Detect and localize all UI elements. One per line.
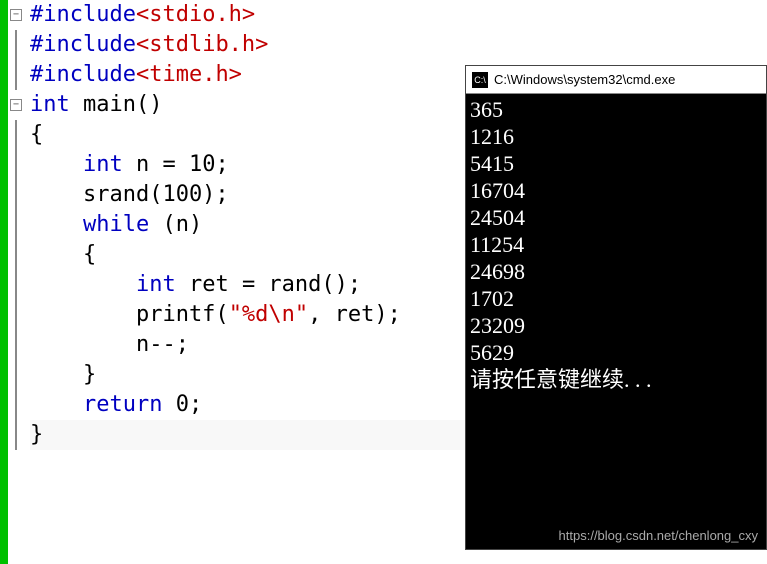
code-line[interactable]: }	[30, 420, 470, 450]
cmd-titlebar[interactable]: C:\ C:\Windows\system32\cmd.exe	[466, 66, 766, 94]
code-token	[30, 212, 83, 237]
console-line: 11254	[470, 231, 762, 258]
code-token: (n)	[149, 212, 202, 237]
code-line[interactable]: #include<time.h>	[30, 60, 470, 90]
code-token: #include	[30, 2, 136, 27]
code-token	[70, 92, 83, 117]
code-token: , ret);	[308, 302, 401, 327]
console-line: 1216	[470, 123, 762, 150]
fold-guide-line	[15, 30, 17, 90]
fold-column[interactable]: −−	[8, 0, 26, 564]
code-line[interactable]: {	[30, 120, 470, 150]
code-line[interactable]: #include<stdlib.h>	[30, 30, 470, 60]
code-token: int	[30, 92, 70, 117]
console-line: 23209	[470, 312, 762, 339]
console-line: 24504	[470, 204, 762, 231]
code-token: n--;	[30, 332, 189, 357]
console-line: 请按任意键继续. . .	[470, 366, 762, 393]
code-line[interactable]: n--;	[30, 330, 470, 360]
code-line[interactable]: #include<stdio.h>	[30, 0, 470, 30]
code-line[interactable]: return 0;	[30, 390, 470, 420]
fold-toggle-icon[interactable]: −	[10, 99, 22, 111]
code-line[interactable]: while (n)	[30, 210, 470, 240]
code-token: int	[83, 152, 123, 177]
code-token: <time.h>	[136, 62, 242, 87]
code-token: #include	[30, 32, 136, 57]
code-token: printf(	[30, 302, 229, 327]
code-line[interactable]: printf("%d\n", ret);	[30, 300, 470, 330]
code-token: {	[30, 242, 96, 267]
code-token: #include	[30, 62, 136, 87]
code-line[interactable]: srand(100);	[30, 180, 470, 210]
code-token: "%d\n"	[229, 302, 308, 327]
code-token: srand(100);	[30, 182, 229, 207]
console-line: 24698	[470, 258, 762, 285]
cmd-window[interactable]: C:\ C:\Windows\system32\cmd.exe 36512165…	[465, 65, 767, 550]
change-gutter	[0, 0, 8, 564]
code-token: while	[83, 212, 149, 237]
code-line[interactable]: int ret = rand();	[30, 270, 470, 300]
code-token: 0;	[162, 392, 202, 417]
code-token	[30, 152, 83, 177]
fold-toggle-icon[interactable]: −	[10, 9, 22, 21]
code-token	[30, 392, 83, 417]
cmd-icon: C:\	[472, 72, 488, 88]
fold-guide-line	[15, 120, 17, 450]
code-token: <stdio.h>	[136, 2, 255, 27]
console-line: 365	[470, 96, 762, 123]
code-line[interactable]: }	[30, 360, 470, 390]
console-line: 1702	[470, 285, 762, 312]
code-line[interactable]: {	[30, 240, 470, 270]
code-token	[30, 272, 136, 297]
console-line: 5629	[470, 339, 762, 366]
code-token: int	[136, 272, 176, 297]
code-token: ret = rand();	[176, 272, 361, 297]
watermark-text: https://blog.csdn.net/chenlong_cxy	[559, 528, 758, 543]
cmd-title-text: C:\Windows\system32\cmd.exe	[494, 72, 675, 87]
code-token: n = 10;	[123, 152, 229, 177]
code-token: <stdlib.h>	[136, 32, 268, 57]
code-line[interactable]: int main()	[30, 90, 470, 120]
console-line: 5415	[470, 150, 762, 177]
code-token: }	[30, 422, 43, 447]
console-line: 16704	[470, 177, 762, 204]
code-token: main()	[83, 92, 162, 117]
code-token: {	[30, 122, 43, 147]
cmd-output[interactable]: 3651216541516704245041125424698170223209…	[466, 94, 766, 549]
code-line[interactable]: int n = 10;	[30, 150, 470, 180]
code-token: }	[30, 362, 96, 387]
code-token: return	[83, 392, 162, 417]
code-area[interactable]: #include<stdio.h>#include<stdlib.h>#incl…	[26, 0, 470, 564]
code-editor[interactable]: −− #include<stdio.h>#include<stdlib.h>#i…	[0, 0, 470, 564]
